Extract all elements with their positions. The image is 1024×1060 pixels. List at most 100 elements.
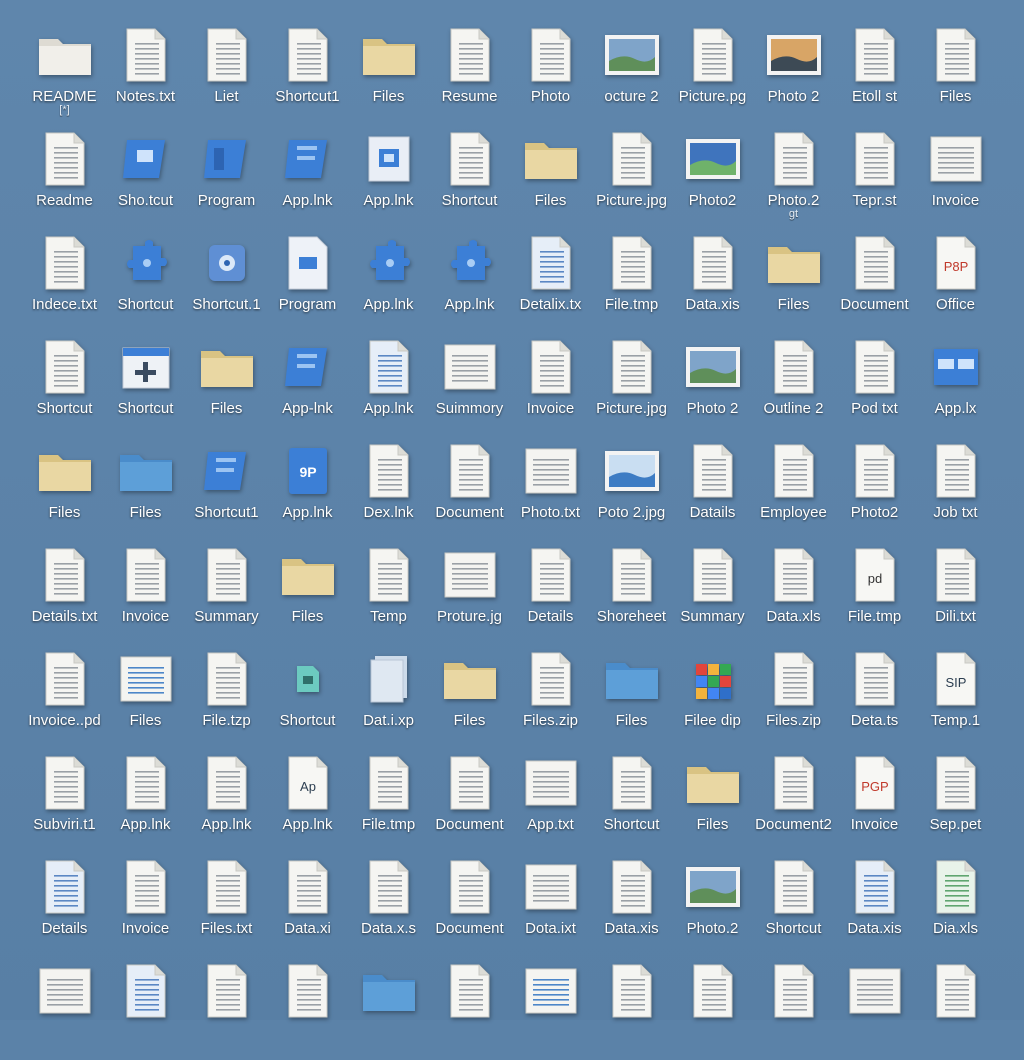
desktop-file-item[interactable]: Document [429, 436, 510, 540]
desktop-file-item[interactable]: App-lnk [267, 332, 348, 436]
desktop-file-item[interactable]: Photo 2 [753, 20, 834, 124]
desktop-file-item[interactable]: Files [753, 228, 834, 332]
desktop-file-item[interactable]: Shortcut [591, 748, 672, 852]
desktop-file-item[interactable]: Shortcut [267, 644, 348, 748]
desktop-file-item[interactable]: Tepr.st [834, 124, 915, 228]
desktop-file-item[interactable]: Document [429, 748, 510, 852]
desktop-file-item[interactable]: Dex.lnk [348, 436, 429, 540]
desktop-file-item[interactable]: Sep.pet [915, 748, 996, 852]
desktop-file-item[interactable]: Program [186, 124, 267, 228]
desktop-file-item[interactable]: Dat.i.xp [348, 644, 429, 748]
desktop-file-item[interactable]: Files [591, 644, 672, 748]
desktop-file-item[interactable]: App.lnk [348, 228, 429, 332]
desktop-file-item[interactable]: octure 2 [591, 20, 672, 124]
desktop-file-item[interactable]: Pod txt [834, 332, 915, 436]
desktop-file-item[interactable] [267, 956, 348, 1060]
desktop-file-item[interactable] [348, 956, 429, 1060]
desktop-file-item[interactable]: Ap App.lnk [267, 748, 348, 852]
desktop-file-item[interactable]: Temp [348, 540, 429, 644]
desktop-file-item[interactable]: Files [186, 332, 267, 436]
desktop-file-item[interactable]: Files.zip [753, 644, 834, 748]
desktop-file-item[interactable]: Poto 2.jpg [591, 436, 672, 540]
desktop-file-item[interactable]: Shortcut1 [267, 20, 348, 124]
desktop-file-item[interactable] [105, 956, 186, 1060]
desktop-file-item[interactable]: Dili.txt [915, 540, 996, 644]
desktop-file-item[interactable] [186, 956, 267, 1060]
desktop-file-item[interactable]: Files [267, 540, 348, 644]
desktop-file-item[interactable]: Files [105, 436, 186, 540]
desktop-file-item[interactable]: Invoice [510, 332, 591, 436]
desktop-file-item[interactable]: Subviri.t1 [24, 748, 105, 852]
desktop-file-item[interactable]: App.lnk [348, 332, 429, 436]
desktop-file-item[interactable]: Picture.jpg [591, 124, 672, 228]
desktop-file-item[interactable]: Files.txt [186, 852, 267, 956]
desktop-file-item[interactable]: Shortcut [105, 332, 186, 436]
desktop-file-item[interactable]: Data.xls [753, 540, 834, 644]
desktop-file-item[interactable] [915, 956, 996, 1060]
desktop-file-item[interactable]: Document [834, 228, 915, 332]
desktop-file-item[interactable]: App.lnk [105, 748, 186, 852]
desktop-file-item[interactable]: 9P App.lnk [267, 436, 348, 540]
desktop-file-item[interactable]: Datails [672, 436, 753, 540]
desktop-file-item[interactable] [591, 956, 672, 1060]
desktop-file-item[interactable]: App.lnk [348, 124, 429, 228]
desktop-file-item[interactable]: Proture.jg [429, 540, 510, 644]
desktop-file-item[interactable]: App.lnk [186, 748, 267, 852]
desktop-file-item[interactable]: App.lx [915, 332, 996, 436]
desktop-file-item[interactable]: Photo2 [834, 436, 915, 540]
desktop-file-item[interactable]: Files [105, 644, 186, 748]
desktop-file-item[interactable]: Summary [186, 540, 267, 644]
desktop-file-item[interactable]: Resume [429, 20, 510, 124]
desktop-file-item[interactable]: Readme [24, 124, 105, 228]
desktop-file-item[interactable]: Filee dip [672, 644, 753, 748]
desktop-file-item[interactable]: File.tmp [348, 748, 429, 852]
desktop-file-item[interactable]: Photo.2 [672, 852, 753, 956]
desktop-file-item[interactable]: Shortcut [429, 124, 510, 228]
desktop-file-item[interactable]: Suimmory [429, 332, 510, 436]
desktop-file-item[interactable]: Photo2 [672, 124, 753, 228]
desktop-file-item[interactable]: Deta.ts [834, 644, 915, 748]
desktop-file-item[interactable]: Data.xis [591, 852, 672, 956]
desktop-file-item[interactable]: Shortcut [24, 332, 105, 436]
desktop-file-item[interactable]: Outline 2 [753, 332, 834, 436]
desktop-file-item[interactable]: Indece.txt [24, 228, 105, 332]
desktop-file-item[interactable]: Files.zip [510, 644, 591, 748]
desktop-file-item[interactable]: Files [24, 436, 105, 540]
desktop-file-item[interactable]: File.tmp [591, 228, 672, 332]
desktop-file-item[interactable]: Invoice [915, 124, 996, 228]
desktop-file-item[interactable] [429, 956, 510, 1060]
desktop-file-item[interactable] [510, 956, 591, 1060]
desktop-file-item[interactable]: App.txt [510, 748, 591, 852]
desktop-file-item[interactable]: Document [429, 852, 510, 956]
desktop-file-item[interactable]: Details [24, 852, 105, 956]
desktop-file-item[interactable]: README [*] [24, 20, 105, 124]
desktop-file-item[interactable]: Files [510, 124, 591, 228]
desktop-file-item[interactable] [672, 956, 753, 1060]
desktop-file-item[interactable]: Employee [753, 436, 834, 540]
desktop-file-item[interactable]: Data.xis [672, 228, 753, 332]
desktop-file-item[interactable]: Invoice..pd [24, 644, 105, 748]
desktop-file-item[interactable]: Detalix.tx [510, 228, 591, 332]
desktop-file-item[interactable]: Shortcut [753, 852, 834, 956]
desktop-file-item[interactable]: Photo.txt [510, 436, 591, 540]
desktop-file-item[interactable]: Files [348, 20, 429, 124]
desktop-file-item[interactable]: Data.x.s [348, 852, 429, 956]
desktop-file-item[interactable] [753, 956, 834, 1060]
desktop-file-item[interactable]: Shoreheet [591, 540, 672, 644]
desktop-file-item[interactable]: Data.xis [834, 852, 915, 956]
desktop-file-item[interactable]: PGP Invoice [834, 748, 915, 852]
desktop-file-item[interactable]: Dota.ixt [510, 852, 591, 956]
desktop-file-item[interactable]: Files [429, 644, 510, 748]
desktop-file-item[interactable]: App.lnk [267, 124, 348, 228]
desktop-file-item[interactable]: Dia.xls [915, 852, 996, 956]
desktop-file-item[interactable]: File.tzp [186, 644, 267, 748]
desktop-file-item[interactable]: Details [510, 540, 591, 644]
desktop-file-item[interactable]: Notes.txt [105, 20, 186, 124]
desktop-file-item[interactable]: Photo [510, 20, 591, 124]
desktop-file-item[interactable] [834, 956, 915, 1060]
desktop-file-item[interactable]: Shortcut.1 [186, 228, 267, 332]
desktop-file-item[interactable]: Picture.jpg [591, 332, 672, 436]
desktop-file-item[interactable] [24, 956, 105, 1060]
desktop-file-item[interactable]: Files [672, 748, 753, 852]
desktop-file-item[interactable]: Photo.2 gt [753, 124, 834, 228]
